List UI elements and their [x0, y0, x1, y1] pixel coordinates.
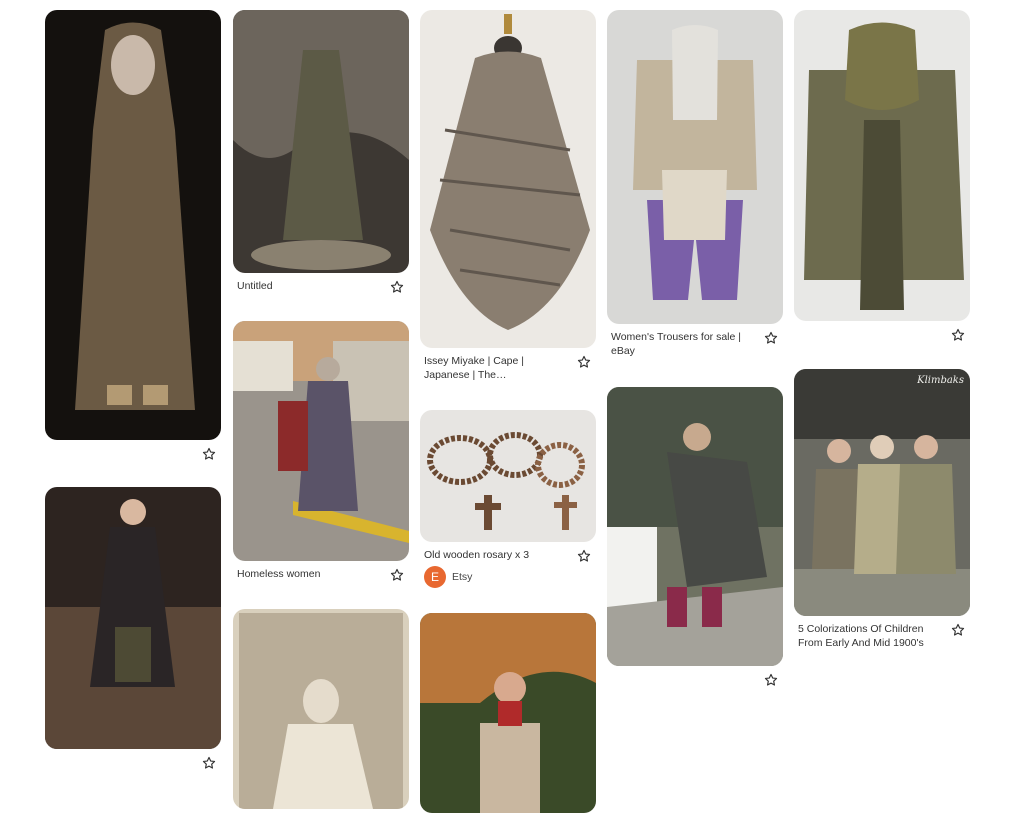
pin-title: Untitled: [237, 280, 273, 292]
pin-meta: Old wooden rosary x 3 E Etsy: [420, 542, 596, 612]
pin-card[interactable]: [420, 613, 596, 813]
pin-card[interactable]: Women's Trousers for sale | eBay: [607, 10, 783, 388]
pin-card[interactable]: [794, 10, 970, 369]
pin-image[interactable]: [794, 10, 970, 321]
pin-meta: Issey Miyake | Cape | Japanese | The Met…: [420, 348, 596, 410]
pin-meta: [794, 321, 970, 369]
save-button[interactable]: [201, 755, 217, 771]
woman-shawl-walking-image: [607, 387, 783, 666]
pin-image[interactable]: [420, 410, 596, 542]
save-button[interactable]: [763, 672, 779, 688]
pin-meta: [45, 749, 221, 779]
save-button[interactable]: [389, 279, 405, 295]
pin-image[interactable]: [420, 613, 596, 813]
pin-title: Homeless women: [237, 568, 321, 580]
woman-plaid-blanket-image: [420, 613, 596, 813]
save-button[interactable]: [950, 327, 966, 343]
pin-meta: [607, 666, 783, 702]
pin-meta: 5 Colorizations Of Children From Early A…: [794, 616, 970, 656]
save-button[interactable]: [576, 354, 592, 370]
ragged-green-costume-image: [233, 10, 409, 273]
star-outline-icon: [202, 447, 216, 460]
save-button[interactable]: [950, 622, 966, 638]
pin-image[interactable]: [45, 487, 221, 749]
pin-title: Issey Miyake | Cape | Japanese | The Met…: [424, 355, 524, 381]
star-outline-icon: [764, 331, 778, 344]
pin-meta: Homeless women: [233, 561, 409, 609]
hooded-robe-image: [45, 10, 221, 440]
save-button[interactable]: [201, 446, 217, 462]
plaid-coat-runway-image: [45, 487, 221, 749]
pin-card[interactable]: Old wooden rosary x 3 E Etsy: [420, 410, 596, 612]
pin-meta: Untitled: [233, 273, 409, 321]
pin-card[interactable]: [607, 387, 783, 702]
pin-card[interactable]: Issey Miyake | Cape | Japanese | The Met…: [420, 10, 596, 410]
pin-image[interactable]: [607, 10, 783, 324]
colorized-children-image: [794, 369, 970, 616]
star-outline-icon: [764, 673, 778, 686]
pin-title: 5 Colorizations Of Children From Early A…: [798, 623, 924, 649]
pin-meta: [45, 440, 221, 488]
pin-card[interactable]: [233, 609, 409, 809]
pin-card[interactable]: [45, 10, 221, 488]
star-outline-icon: [577, 549, 591, 562]
star-outline-icon: [390, 280, 404, 293]
pin-card[interactable]: [45, 487, 221, 779]
pin-image[interactable]: [420, 10, 596, 348]
linen-top-purple-trousers-image: [607, 10, 783, 324]
knit-cape-dress-form-image: [420, 10, 596, 348]
star-outline-icon: [951, 328, 965, 341]
source-name: Etsy: [452, 571, 473, 583]
pin-image[interactable]: [233, 609, 409, 809]
sepia-child-photo-image: [233, 609, 409, 809]
save-button[interactable]: [576, 548, 592, 564]
save-button[interactable]: [389, 567, 405, 583]
pin-image[interactable]: Klimbaks: [794, 369, 970, 616]
pin-title: Women's Trousers for sale | eBay: [611, 331, 741, 357]
save-button[interactable]: [763, 330, 779, 346]
pin-card[interactable]: Homeless women: [233, 321, 409, 609]
pin-image[interactable]: [233, 10, 409, 273]
star-outline-icon: [577, 355, 591, 368]
pin-image[interactable]: [45, 10, 221, 440]
pin-card[interactable]: Klimbaks 5 Colorizations Of Children Fro…: [794, 369, 970, 656]
wooden-rosaries-image: [420, 410, 596, 542]
pin-source[interactable]: E Etsy: [424, 566, 472, 588]
pin-card[interactable]: Untitled: [233, 10, 409, 321]
pin-meta: Women's Trousers for sale | eBay: [607, 324, 783, 388]
watermark: Klimbaks: [917, 375, 964, 386]
pin-image[interactable]: [607, 387, 783, 666]
pin-title: Old wooden rosary x 3: [424, 549, 530, 561]
olive-layered-coat-image: [794, 10, 970, 321]
star-outline-icon: [951, 623, 965, 636]
pin-image[interactable]: [233, 321, 409, 561]
etsy-avatar: E: [424, 566, 446, 588]
star-outline-icon: [390, 568, 404, 581]
homeless-woman-street-image: [233, 321, 409, 561]
